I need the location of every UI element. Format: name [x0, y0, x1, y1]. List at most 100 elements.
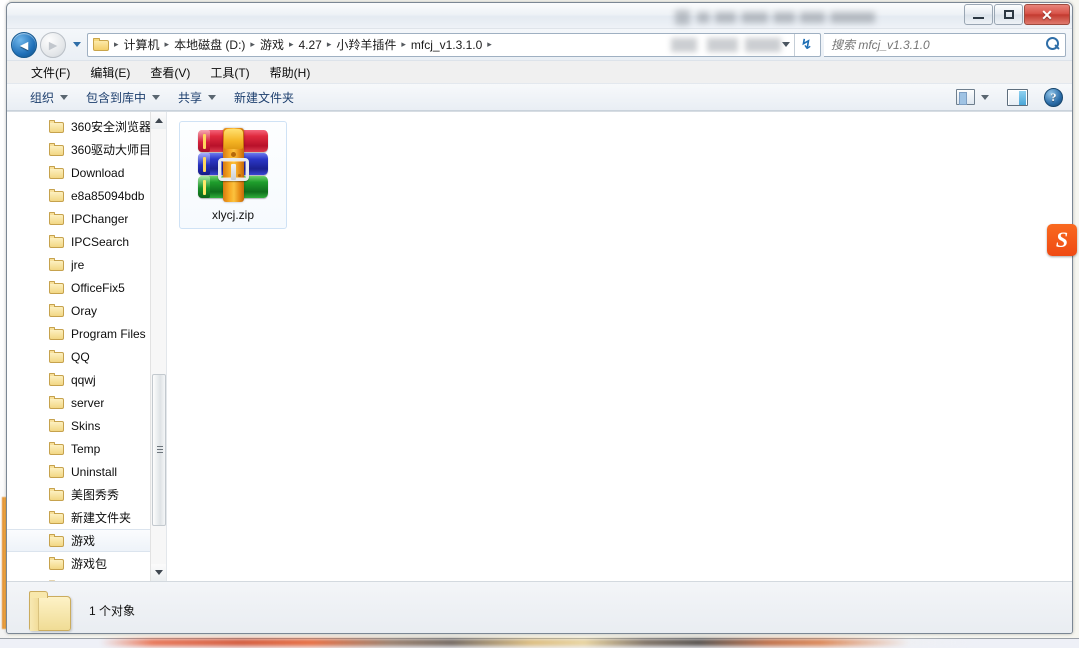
folder-icon [49, 442, 64, 455]
tree-item-label: Skins [71, 418, 101, 433]
folder-icon [49, 373, 64, 386]
command-toolbar: 组织 包含到库中 共享 新建文件夹 ? [7, 83, 1072, 111]
chevron-down-icon [208, 94, 217, 100]
explorer-body: 360安全浏览器 360驱动大师目 Download e8a85094bdb I… [7, 111, 1072, 581]
taskbar-obscured-content [100, 639, 980, 646]
tree-item-games[interactable]: 游戏 [7, 529, 166, 552]
chevron-down-icon[interactable] [981, 94, 989, 100]
tree-item-skins[interactable]: Skins [7, 414, 166, 437]
organize-button[interactable]: 组织 [21, 85, 77, 110]
sogou-ime-logo[interactable]: S [1047, 224, 1077, 256]
tree-item-label: Program Files [71, 326, 146, 341]
breadcrumb-item-computer[interactable]: 计算机 [121, 34, 163, 55]
menu-item-edit[interactable]: 编辑(E) [80, 61, 140, 84]
recent-locations-button[interactable] [69, 32, 84, 58]
folder-icon [49, 580, 64, 581]
organize-label: 组织 [30, 90, 55, 105]
back-button[interactable]: ◄ [11, 31, 37, 58]
tree-item-label: Oray [71, 303, 98, 318]
tree-item-meitu[interactable]: 美图秀秀 [7, 483, 166, 506]
menu-item-view[interactable]: 查看(V) [140, 61, 200, 84]
tree-item-officefix5[interactable]: OfficeFix5 [7, 276, 166, 299]
chevron-down-icon [60, 94, 69, 100]
breadcrumb-item-mfcj[interactable]: mfcj_v1.3.1.0 [408, 36, 485, 54]
folder-icon [49, 189, 64, 202]
folder-icon [49, 143, 64, 156]
tree-item-download[interactable]: Download [7, 161, 166, 184]
navigation-pane-scrollbar[interactable] [150, 112, 166, 581]
tree-item-temp[interactable]: Temp [7, 437, 166, 460]
winrar-archive-icon [194, 128, 272, 202]
breadcrumb-separator: ▸ [164, 39, 170, 49]
tree-item-ipchanger[interactable]: IPChanger [7, 207, 166, 230]
forward-button[interactable]: ► [40, 31, 66, 58]
breadcrumb-separator: ▸ [401, 39, 406, 49]
title-bar: ✕ [7, 3, 1072, 29]
breadcrumb-bar[interactable]: ▸ 计算机 ▸ 本地磁盘 (D:) ▸ 游戏 ▸ 4.27 ▸ 小羚羊插件 ▸ … [87, 32, 821, 57]
folder-tree: 360安全浏览器 360驱动大师目 Download e8a85094bdb I… [7, 112, 166, 581]
tree-item-360driver[interactable]: 360驱动大师目 [7, 138, 166, 161]
window-icon [675, 9, 690, 25]
breadcrumb-separator: ▸ [250, 39, 255, 49]
tree-item-games-pack[interactable]: 游戏包 [7, 552, 166, 575]
breadcrumb-item-local-disk[interactable]: 本地磁盘 (D:) [171, 34, 248, 55]
folder-icon [49, 327, 64, 340]
include-in-library-button[interactable]: 包含到库中 [77, 85, 169, 110]
menu-item-file[interactable]: 文件(F) [21, 61, 80, 84]
tree-item-jre[interactable]: jre [7, 253, 166, 276]
folder-icon [49, 488, 64, 501]
tree-item-360browser[interactable]: 360安全浏览器 [7, 115, 166, 138]
tree-item-qq[interactable]: QQ [7, 345, 166, 368]
menu-item-help[interactable]: 帮助(H) [260, 61, 321, 84]
search-icon [1044, 36, 1061, 53]
tree-item-label: jre [71, 257, 85, 272]
breadcrumb-obscured-region [666, 37, 786, 52]
tree-item-e8a85094bdb[interactable]: e8a85094bdb [7, 184, 166, 207]
new-folder-label: 新建文件夹 [234, 90, 295, 105]
breadcrumb-item-427[interactable]: 4.27 [295, 36, 324, 54]
menu-item-tools[interactable]: 工具(T) [200, 61, 259, 84]
file-list-view[interactable]: xlycj.zip [167, 112, 1072, 581]
breadcrumb-item-plugin[interactable]: 小羚羊插件 [333, 34, 399, 55]
back-arrow-icon: ◄ [17, 36, 31, 53]
tree-item-label: 美图秀秀 [71, 488, 120, 502]
minimize-button[interactable] [964, 4, 993, 25]
folder-icon [49, 557, 64, 570]
help-icon[interactable]: ? [1044, 87, 1063, 107]
chevron-up-icon [155, 118, 163, 123]
tree-item-qqwj[interactable]: qqwj [7, 368, 166, 391]
include-in-library-label: 包含到库中 [86, 90, 147, 105]
close-icon: ✕ [1041, 6, 1053, 23]
new-folder-button[interactable]: 新建文件夹 [225, 85, 303, 110]
tree-item-oray[interactable]: Oray [7, 299, 166, 322]
chevron-down-icon [155, 570, 163, 575]
tree-item-label: 游戏 [71, 534, 96, 548]
tree-item-program-files[interactable]: Program Files [7, 322, 166, 345]
folder-icon [49, 258, 64, 271]
tree-item-ipcsearch[interactable]: IPCSearch [7, 230, 166, 253]
restore-icon [1003, 10, 1014, 19]
change-view-icon[interactable] [956, 89, 975, 105]
close-button[interactable]: ✕ [1024, 4, 1070, 25]
restore-button[interactable] [994, 4, 1023, 25]
folder-icon [29, 590, 71, 631]
breadcrumb-item-games[interactable]: 游戏 [257, 34, 287, 55]
file-item-xlycj-zip[interactable]: xlycj.zip [179, 121, 287, 229]
tree-item-server[interactable]: server [7, 391, 166, 414]
tree-item-uninstall[interactable]: Uninstall [7, 460, 166, 483]
scroll-up-button[interactable] [151, 112, 166, 129]
tree-item-label: 360驱动大师目 [71, 143, 152, 157]
breadcrumb-separator: ▸ [288, 39, 294, 49]
search-box[interactable] [824, 32, 1066, 57]
tree-item-label: IPCSearch [71, 234, 130, 249]
preview-pane-icon[interactable] [1007, 88, 1028, 106]
tree-item-new-folder[interactable]: 新建文件夹 [7, 506, 166, 529]
refresh-button[interactable]: ↯ [794, 33, 818, 56]
scrollbar-thumb[interactable] [152, 374, 166, 526]
folder-icon [49, 212, 64, 225]
share-button[interactable]: 共享 [169, 85, 225, 110]
tree-item-partial[interactable] [7, 575, 166, 581]
search-input[interactable] [831, 37, 1044, 52]
scroll-down-button[interactable] [151, 564, 166, 581]
refresh-icon: ↯ [800, 36, 813, 52]
